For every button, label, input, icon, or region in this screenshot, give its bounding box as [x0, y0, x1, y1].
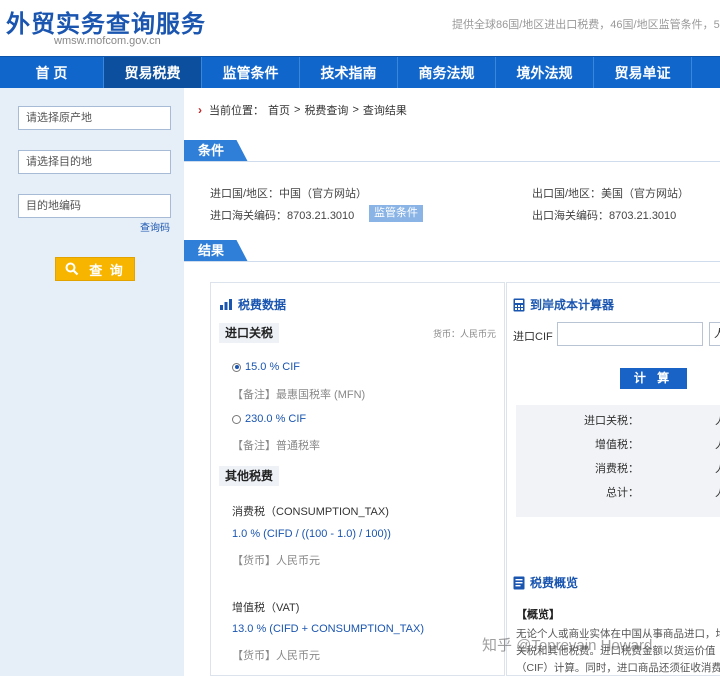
currency-note: 货币：人民币元	[433, 329, 497, 339]
calculator-panel: 到岸成本计算器 进口CIF 人 计 算 进口关税： 人 增值税： 人 消费税： …	[506, 282, 720, 676]
calc-label-vat: 增值税：	[595, 439, 639, 451]
nav-item-foreign-law[interactable]: 境外法规	[496, 57, 594, 88]
mfn-rate-option[interactable]: 15.0 % CIF	[232, 361, 300, 373]
nav-item-tax-more[interactable]: 税	[692, 57, 720, 88]
mfn-note: 【备注】最惠国税率 (MFN)	[232, 389, 366, 401]
code-lookup-link[interactable]: 查询码	[140, 219, 170, 234]
import-code: 进口海关编码：8703.21.3010	[210, 210, 355, 222]
nav-item-trade-tax[interactable]: 贸易税费	[104, 57, 202, 88]
breadcrumb: › 当前位置： 首页 > 税费查询 > 查询结果	[198, 102, 407, 118]
site-title[interactable]: 外贸实务查询服务	[6, 4, 206, 39]
destination-select[interactable]: 请选择目的地	[18, 150, 171, 174]
destination-code-input[interactable]: 目的地编码	[18, 194, 171, 218]
breadcrumb-current: 查询结果	[362, 105, 407, 117]
mfn-rate: 15.0 % CIF	[245, 361, 301, 373]
radio-unchecked-icon[interactable]	[232, 414, 241, 424]
calc-value-vat: 人	[715, 436, 720, 452]
general-rate-option[interactable]: 230.0 % CIF	[232, 413, 306, 425]
overview-line: （CIF）计算。同时，进口商品还须征收消费	[516, 662, 720, 674]
watermark: 知乎 @Toprevain Howard	[482, 637, 653, 654]
overview-title: 税费概览	[513, 574, 578, 591]
vat-currency: 【货币】人民币元	[232, 650, 320, 662]
results-divider	[184, 261, 720, 262]
regulatory-badge[interactable]: 监管条件	[369, 205, 423, 222]
breadcrumb-tax-query[interactable]: 税费查询	[304, 102, 348, 118]
consumption-tax-formula: 1.0 % (CIFD / ((100 - 1.0) / 100))	[232, 528, 391, 540]
calc-label-import-duty: 进口关税：	[584, 415, 639, 427]
export-country: 出口国/地区：美国（官方网站）	[532, 188, 690, 200]
radio-checked-icon[interactable]	[232, 362, 241, 372]
nav-item-tech-guide[interactable]: 技术指南	[300, 57, 398, 88]
calc-value-import-duty: 人	[715, 412, 720, 428]
nav-item-regulatory[interactable]: 监管条件	[202, 57, 300, 88]
bar-chart-icon	[220, 299, 232, 310]
search-icon	[65, 262, 79, 276]
import-country: 进口国/地区：中国（官方网站）	[210, 188, 368, 200]
calc-result-box: 进口关税： 人 增值税： 人 消费税： 人 总计： 人	[516, 405, 720, 517]
sidebar: 请选择原产地 请选择目的地 目的地编码 查询码 查 询	[0, 88, 184, 676]
currency-unit-select[interactable]: 人	[709, 322, 720, 346]
calc-value-total: 人	[715, 484, 720, 500]
vat-formula: 13.0 % (CIFD + CONSUMPTION_TAX)	[232, 623, 425, 635]
export-code: 出口海关编码：8703.21.3010	[532, 210, 677, 222]
overview-heading: 【概览】	[516, 609, 560, 621]
breadcrumb-sep: >	[294, 104, 301, 116]
general-rate: 230.0 % CIF	[245, 413, 307, 425]
general-note: 【备注】普通税率	[232, 440, 320, 452]
calculate-button[interactable]: 计 算	[620, 368, 687, 389]
origin-select[interactable]: 请选择原产地	[18, 106, 171, 130]
main-nav: 首 页 贸易税费 监管条件 技术指南 商务法规 境外法规 贸易单证 税	[0, 56, 720, 88]
conditions-divider	[184, 161, 720, 162]
breadcrumb-home[interactable]: 首页	[268, 102, 290, 118]
tax-data-panel: 税费数据 进口关税 货币：人民币元 15.0 % CIF 【备注】最惠国税率 (…	[210, 282, 505, 676]
query-button[interactable]: 查 询	[55, 257, 135, 281]
overview-title-label: 税费概览	[530, 576, 579, 590]
breadcrumb-prefix: 当前位置：	[209, 105, 264, 117]
breadcrumb-sep: >	[352, 104, 359, 116]
consumption-tax-currency: 【货币】人民币元	[232, 555, 320, 567]
query-button-label: 查 询	[89, 262, 125, 278]
vat-label: 增值税（VAT)	[232, 602, 300, 614]
tax-data-title-label: 税费数据	[238, 298, 287, 312]
site-header: 外贸实务查询服务 wmsw.mofcom.gov.cn 提供全球86国/地区进出…	[0, 0, 720, 56]
calculator-icon	[513, 298, 525, 311]
consumption-tax-label: 消费税（CONSUMPTION_TAX)	[232, 506, 389, 518]
other-taxes-heading: 其他税费	[219, 466, 280, 486]
calc-label-consumption: 消费税：	[595, 463, 639, 475]
tax-data-title: 税费数据	[219, 296, 286, 313]
calc-label-total: 总计：	[606, 487, 639, 499]
nav-item-trade-docs[interactable]: 贸易单证	[594, 57, 692, 88]
breadcrumb-arrow-icon: ›	[198, 103, 202, 117]
nav-item-commerce-law[interactable]: 商务法规	[398, 57, 496, 88]
calc-value-consumption: 人	[715, 460, 720, 476]
conditions-tab: 条件	[184, 140, 248, 162]
document-icon	[513, 576, 525, 589]
import-duty-heading: 进口关税	[219, 323, 280, 343]
site-url: wmsw.mofcom.gov.cn	[54, 35, 161, 47]
cif-label: 进口CIF	[513, 331, 553, 343]
nav-item-home[interactable]: 首 页	[0, 57, 104, 88]
calculator-title: 到岸成本计算器	[513, 296, 614, 313]
cif-input[interactable]	[557, 322, 703, 346]
site-tagline: 提供全球86国/地区进出口税费，46国/地区监管条件，53	[452, 19, 720, 31]
calculator-title-label: 到岸成本计算器	[530, 298, 615, 312]
results-tab: 结果	[184, 240, 248, 262]
